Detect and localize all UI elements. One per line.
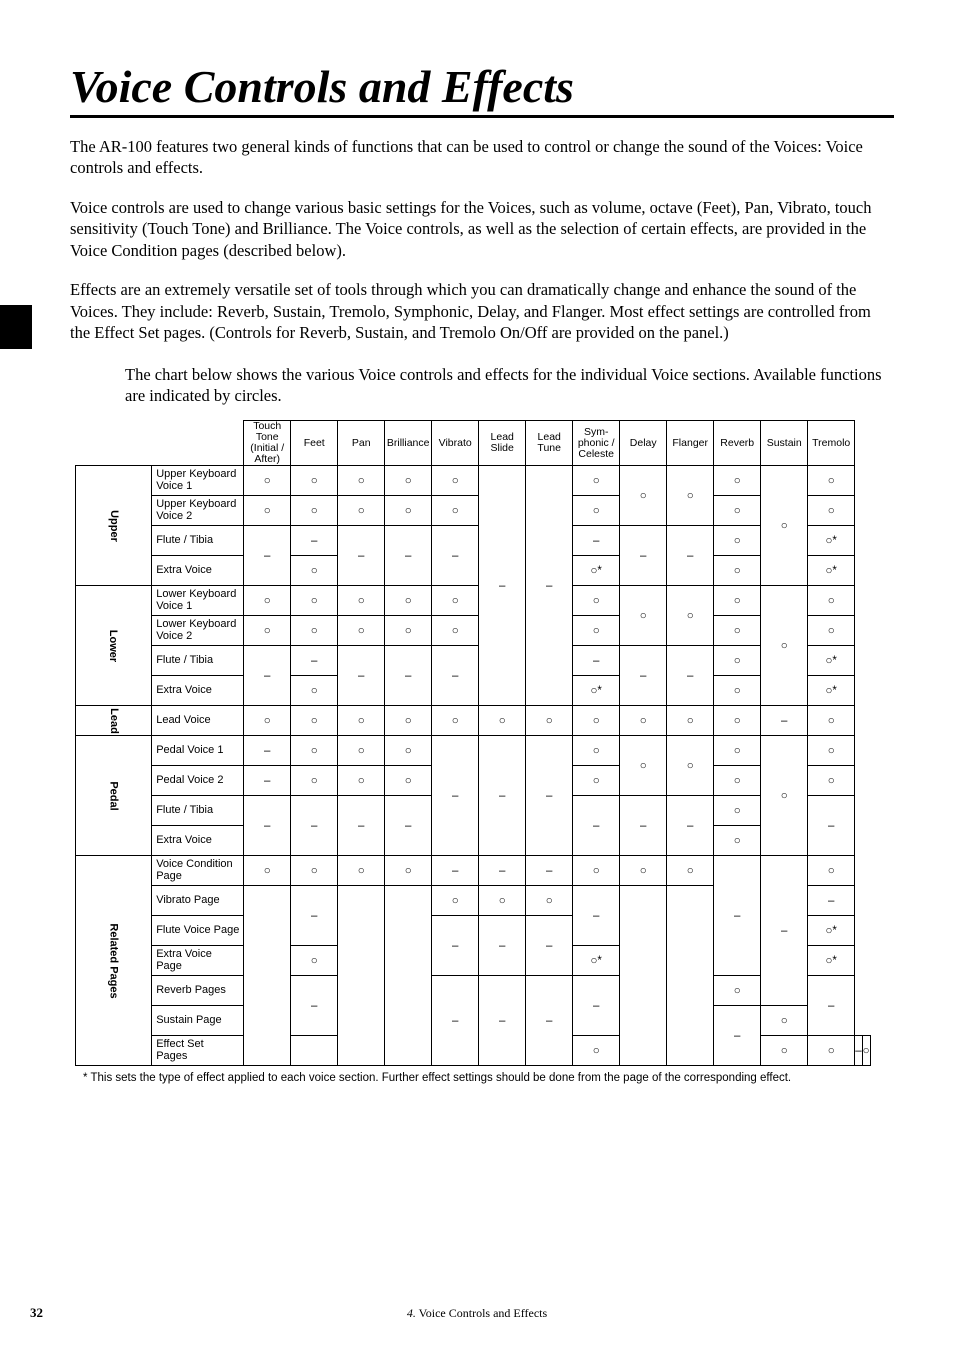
footer-section-number: 4.	[407, 1306, 416, 1320]
row-label: Flute / Tibia	[152, 526, 244, 556]
intro-para-1: The AR-100 features two general kinds of…	[70, 136, 894, 179]
col-delay: Delay	[620, 421, 667, 466]
footer: 4. Voice Controls and Effects	[0, 1306, 954, 1321]
col-pan: Pan	[338, 421, 385, 466]
col-touch-tone: TouchTone(Initial /After)	[244, 421, 291, 466]
group-pedal: Pedal	[76, 736, 152, 856]
row-label: Lower KeyboardVoice 2	[152, 616, 244, 646]
footer-section-title: Voice Controls and Effects	[419, 1306, 548, 1320]
col-flanger: Flanger	[667, 421, 714, 466]
row-label: Extra Voice	[152, 556, 244, 586]
row-label: Upper KeyboardVoice 2	[152, 496, 244, 526]
effects-table: TouchTone(Initial /After) Feet Pan Brill…	[75, 420, 871, 1066]
row-label: Flute Voice Page	[152, 916, 244, 946]
group-related: Related Pages	[76, 856, 152, 1066]
group-lower: Lower	[76, 586, 152, 706]
row-label: Extra Voice	[152, 826, 244, 856]
row-label: Pedal Voice 1	[152, 736, 244, 766]
intro-para-2: Voice controls are used to change variou…	[70, 197, 894, 261]
group-upper: Upper	[76, 466, 152, 586]
col-reverb: Reverb	[714, 421, 761, 466]
col-lead-tune: LeadTune	[526, 421, 573, 466]
page-title: Voice Controls and Effects	[70, 60, 894, 118]
row-label: Extra VoicePage	[152, 946, 244, 976]
row-label: Sustain Page	[152, 1006, 244, 1036]
group-lead: Lead	[76, 706, 152, 736]
chart-intro: The chart below shows the various Voice …	[125, 364, 894, 407]
row-label: Vibrato Page	[152, 886, 244, 916]
row-label: Lower KeyboardVoice 1	[152, 586, 244, 616]
table-footnote: * This sets the type of effect applied t…	[83, 1072, 894, 1084]
row-label: Reverb Pages	[152, 976, 244, 1006]
row-label: Extra Voice	[152, 676, 244, 706]
col-brilliance: Brilliance	[385, 421, 432, 466]
blank-corner	[76, 421, 152, 466]
intro-para-3: Effects are an extremely versatile set o…	[70, 279, 894, 343]
col-symphonic: Sym-phonic /Celeste	[573, 421, 620, 466]
row-label: Upper KeyboardVoice 1	[152, 466, 244, 496]
col-feet: Feet	[291, 421, 338, 466]
row-label: Pedal Voice 2	[152, 766, 244, 796]
row-label: Flute / Tibia	[152, 796, 244, 826]
row-label: Flute / Tibia	[152, 646, 244, 676]
row-label: Voice ConditionPage	[152, 856, 244, 886]
blank-corner-2	[152, 421, 244, 466]
col-lead-slide: LeadSlide	[479, 421, 526, 466]
col-sustain: Sustain	[761, 421, 808, 466]
row-label: Effect SetPages	[152, 1036, 244, 1066]
col-vibrato: Vibrato	[432, 421, 479, 466]
row-label: Lead Voice	[152, 706, 244, 736]
col-tremolo: Tremolo	[808, 421, 855, 466]
side-tab	[0, 305, 32, 349]
